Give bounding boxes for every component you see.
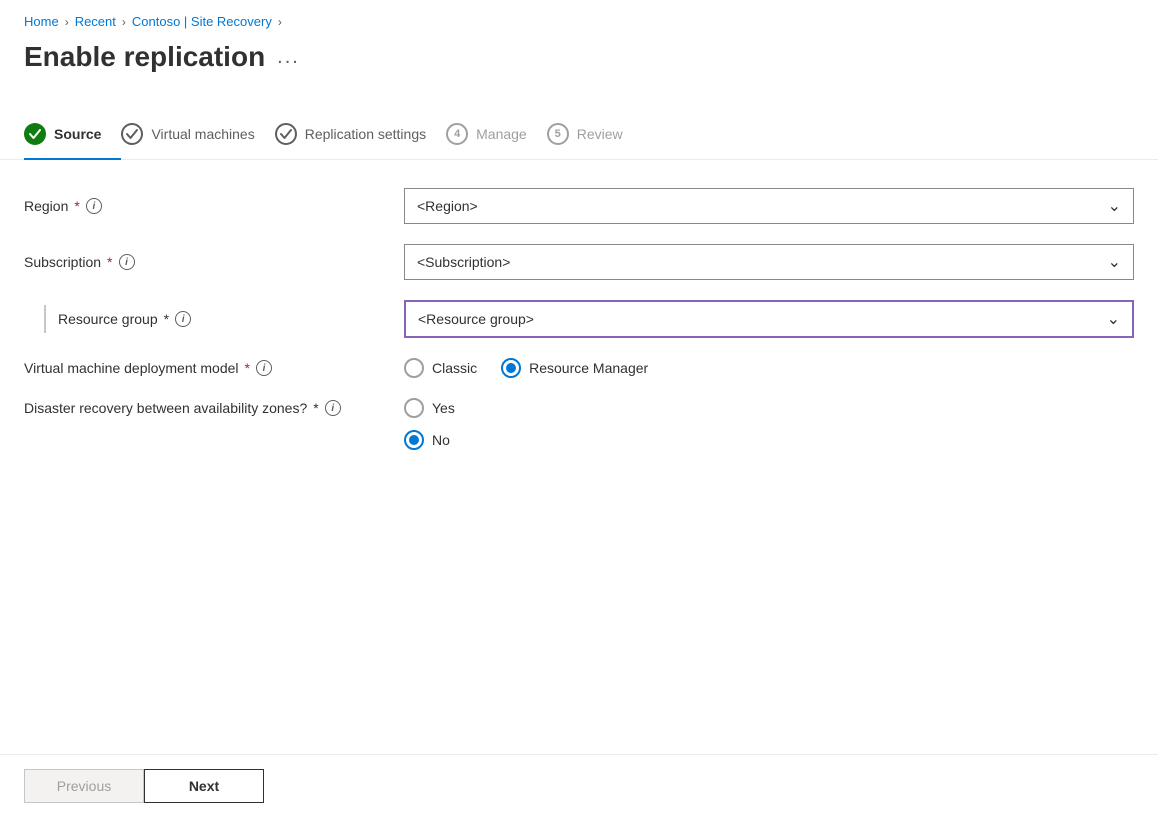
footer-bar: Previous Next [0, 754, 1158, 817]
radio-no-label: No [432, 432, 450, 448]
breadcrumb-home[interactable]: Home [24, 14, 59, 29]
disaster-recovery-label-text: Disaster recovery between availability z… [24, 400, 307, 416]
resource-group-dropdown[interactable]: <Resource group> ⌄ [404, 300, 1134, 338]
breadcrumb-recent[interactable]: Recent [75, 14, 116, 29]
region-label-text: Region [24, 198, 68, 214]
more-options-icon[interactable]: ... [277, 46, 300, 69]
radio-classic[interactable]: Classic [404, 358, 477, 378]
breadcrumb-sep-1: › [65, 15, 69, 29]
tab-review[interactable]: 5 Review [547, 113, 643, 159]
resource-group-info-icon[interactable]: i [175, 311, 191, 327]
tab-source-label: Source [54, 126, 101, 142]
indent-line [44, 305, 46, 333]
deployment-model-radio-group: Classic Resource Manager [404, 358, 1134, 378]
deployment-model-row: Virtual machine deployment model * i Cla… [24, 358, 1134, 378]
subscription-label-text: Subscription [24, 254, 101, 270]
resource-group-label-text: Resource group [58, 311, 158, 327]
disaster-recovery-radio-stack: Yes No [404, 398, 1134, 450]
radio-classic-circle [404, 358, 424, 378]
tab-replication-label: Replication settings [305, 126, 426, 142]
tab-manage-icon: 4 [446, 123, 468, 145]
subscription-chevron-icon: ⌄ [1108, 252, 1121, 272]
tab-replication-icon [275, 123, 297, 145]
disaster-recovery-row: Disaster recovery between availability z… [24, 398, 1134, 450]
resource-group-control: <Resource group> ⌄ [404, 300, 1134, 338]
resource-group-chevron-icon: ⌄ [1107, 309, 1120, 329]
radio-resource-manager-label: Resource Manager [529, 360, 648, 376]
disaster-recovery-control: Yes No [404, 398, 1134, 450]
radio-yes-label: Yes [432, 400, 455, 416]
disaster-recovery-label: Disaster recovery between availability z… [24, 398, 404, 416]
subscription-dropdown[interactable]: <Subscription> ⌄ [404, 244, 1134, 280]
subscription-placeholder: <Subscription> [417, 254, 510, 270]
tab-manage-label: Manage [476, 126, 527, 142]
breadcrumb-contoso[interactable]: Contoso | Site Recovery [132, 14, 272, 29]
resource-group-placeholder: <Resource group> [418, 311, 534, 327]
radio-resource-manager[interactable]: Resource Manager [501, 358, 648, 378]
checkmark-gray2-icon [280, 128, 292, 140]
next-button[interactable]: Next [144, 769, 264, 803]
region-chevron-icon: ⌄ [1108, 196, 1121, 216]
resource-group-required: * [164, 311, 169, 327]
subscription-row: Subscription * i <Subscription> ⌄ [24, 244, 1134, 280]
region-placeholder: <Region> [417, 198, 478, 214]
breadcrumb-sep-3: › [278, 15, 282, 29]
subscription-control: <Subscription> ⌄ [404, 244, 1134, 280]
tab-review-icon: 5 [547, 123, 569, 145]
tab-manage[interactable]: 4 Manage [446, 113, 547, 159]
previous-button[interactable]: Previous [24, 769, 144, 803]
resource-group-label: Resource group * i [58, 311, 191, 327]
region-label: Region * i [24, 198, 404, 214]
deployment-model-required: * [245, 360, 250, 376]
subscription-required: * [107, 254, 112, 270]
radio-yes-circle [404, 398, 424, 418]
page-header: Enable replication ... [0, 37, 1158, 93]
deployment-model-label-text: Virtual machine deployment model [24, 360, 239, 376]
breadcrumb: Home › Recent › Contoso | Site Recovery … [0, 0, 1158, 37]
deployment-model-info-icon[interactable]: i [256, 360, 272, 376]
radio-classic-label: Classic [432, 360, 477, 376]
page-title: Enable replication [24, 41, 265, 73]
breadcrumb-sep-2: › [122, 15, 126, 29]
radio-resource-manager-circle [501, 358, 521, 378]
radio-no-circle [404, 430, 424, 450]
region-row: Region * i <Region> ⌄ [24, 188, 1134, 224]
checkmark-icon [28, 127, 42, 141]
tab-virtual-machines[interactable]: Virtual machines [121, 113, 274, 159]
tab-vm-icon [121, 123, 143, 145]
region-required: * [74, 198, 79, 214]
subscription-info-icon[interactable]: i [119, 254, 135, 270]
region-dropdown[interactable]: <Region> ⌄ [404, 188, 1134, 224]
resource-group-indent: Resource group * i [24, 305, 404, 333]
tab-source[interactable]: Source [24, 113, 121, 159]
tab-source-icon [24, 123, 46, 145]
disaster-recovery-required: * [313, 400, 318, 416]
deployment-model-control: Classic Resource Manager [404, 358, 1134, 378]
tab-replication-settings[interactable]: Replication settings [275, 113, 446, 159]
deployment-model-label: Virtual machine deployment model * i [24, 360, 404, 376]
radio-no[interactable]: No [404, 430, 1134, 450]
tab-review-label: Review [577, 126, 623, 142]
checkmark-gray-icon [126, 128, 138, 140]
subscription-label: Subscription * i [24, 254, 404, 270]
wizard-tabs: Source Virtual machines Replication sett… [0, 93, 1158, 160]
form-area: Region * i <Region> ⌄ Subscription * i <… [0, 160, 1158, 498]
region-info-icon[interactable]: i [86, 198, 102, 214]
region-control: <Region> ⌄ [404, 188, 1134, 224]
tab-vm-label: Virtual machines [151, 126, 254, 142]
disaster-recovery-info-icon[interactable]: i [325, 400, 341, 416]
resource-group-row: Resource group * i <Resource group> ⌄ [24, 300, 1134, 338]
radio-yes[interactable]: Yes [404, 398, 1134, 418]
